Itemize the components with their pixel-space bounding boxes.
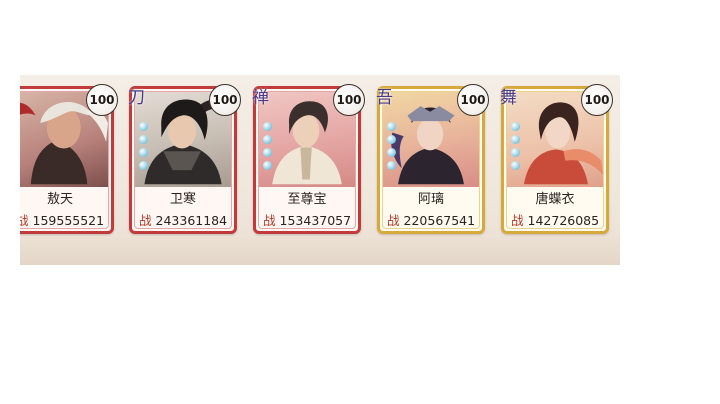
power-value: 153437057 [279,213,352,228]
star-orb [263,161,272,170]
class-icon-blade: 刀 [128,88,145,108]
hero-name: 唐蝶衣 [535,192,575,207]
star-orb [263,122,272,131]
class-icon-dance: 舞 [500,88,517,108]
star-orb [139,148,148,157]
class-icon-yin: 吾 [376,88,393,108]
hero-card-ali[interactable]: 阿璃 战 220567541 吾 100 [376,84,489,234]
star-orb [263,148,272,157]
star-orbs [139,122,148,174]
star-orb [139,122,148,131]
hero-card-aotian[interactable]: 敖天 战 159555521 100 [20,84,118,234]
hero-power: 战 142726085 [511,213,601,228]
hero-card-weihan[interactable]: 卫寒 战 243361184 刀 100 [128,84,241,234]
star-orbs [511,122,520,174]
level-badge: 100 [209,84,241,116]
star-orb [387,148,396,157]
hero-card-strip: 敖天 战 159555521 100 卫寒 战 243361184 刀 100 … [20,75,620,265]
power-value: 159555521 [32,213,105,228]
hero-card-tangdieyi[interactable]: 唐蝶衣 战 142726085 舞 100 [500,84,613,234]
hero-name: 至尊宝 [287,192,327,207]
star-orb [511,135,520,144]
star-orb [139,161,148,170]
level-badge: 100 [86,84,118,116]
star-orb [511,122,520,131]
star-orbs [387,122,396,174]
star-orb [387,122,396,131]
hero-name: 阿璃 [417,192,444,207]
hero-name: 卫寒 [169,192,196,207]
power-label: 战 [511,213,524,228]
star-orb [387,161,396,170]
star-orb [387,135,396,144]
hero-power: 战 153437057 [263,213,353,228]
hero-power: 战 159555521 [20,213,106,228]
level-badge: 100 [457,84,489,116]
power-value: 220567541 [403,213,476,228]
power-label: 战 [387,213,400,228]
level-badge: 100 [581,84,613,116]
power-label: 战 [139,213,152,228]
hero-name: 敖天 [46,192,73,207]
star-orb [263,135,272,144]
level-badge: 100 [333,84,365,116]
strip-bottom-shade [20,237,620,265]
power-value: 142726085 [527,213,600,228]
power-value: 243361184 [155,213,228,228]
class-icon-zen: 禅 [252,88,269,108]
star-orbs [263,122,272,174]
star-orb [139,135,148,144]
power-label: 战 [20,213,29,228]
hero-power: 战 243361184 [139,213,229,228]
star-orb [511,148,520,157]
hero-power: 战 220567541 [387,213,477,228]
power-label: 战 [263,213,276,228]
star-orb [511,161,520,170]
hero-card-zhizunbao[interactable]: 至尊宝 战 153437057 禅 100 [252,84,365,234]
